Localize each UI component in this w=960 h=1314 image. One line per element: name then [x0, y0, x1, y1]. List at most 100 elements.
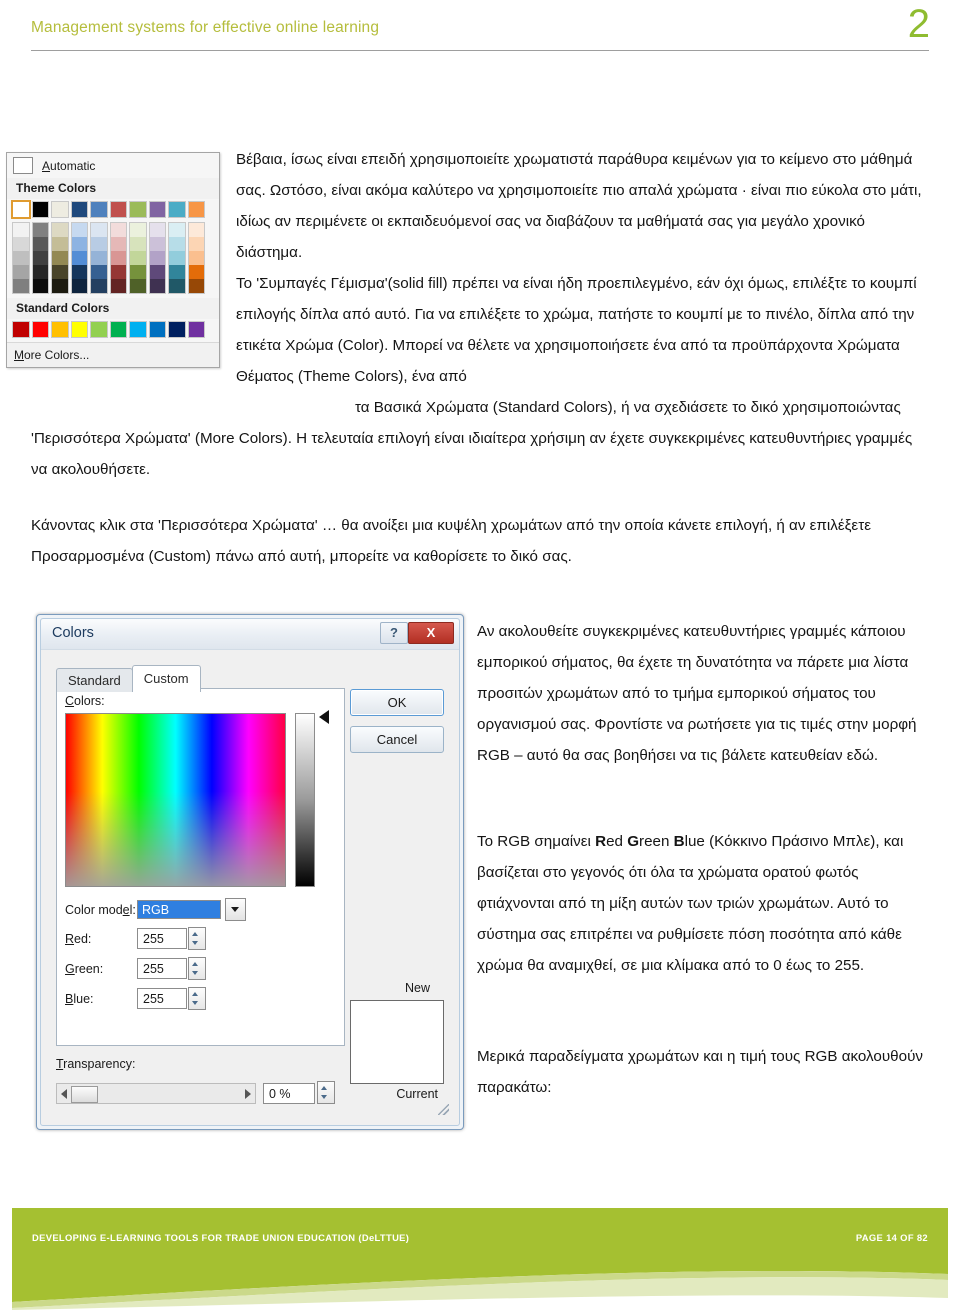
colors-dialog-tabs[interactable]: Standard Custom — [56, 665, 201, 692]
theme-shade-swatch[interactable] — [169, 265, 185, 279]
theme-shades-row[interactable] — [12, 222, 214, 294]
theme-shade-column[interactable] — [51, 222, 69, 294]
tab-standard[interactable]: Standard — [56, 668, 133, 692]
theme-shade-swatch[interactable] — [71, 251, 87, 265]
theme-shade-swatch[interactable] — [188, 251, 204, 265]
theme-shade-swatch[interactable] — [188, 237, 204, 251]
theme-shade-swatch[interactable] — [130, 279, 146, 293]
standard-color-swatch[interactable] — [148, 321, 166, 338]
help-icon[interactable]: ? — [380, 622, 408, 644]
theme-shade-swatch[interactable] — [169, 223, 185, 237]
theme-shade-swatch[interactable] — [71, 265, 87, 279]
theme-shade-swatch[interactable] — [130, 251, 146, 265]
standard-colors-row[interactable] — [12, 321, 214, 338]
theme-shade-swatch[interactable] — [71, 279, 87, 293]
theme-shade-column[interactable] — [168, 222, 186, 294]
chevron-down-icon[interactable] — [225, 898, 246, 921]
theme-shade-swatch[interactable] — [52, 265, 68, 279]
red-stepper[interactable] — [188, 927, 206, 950]
green-stepper[interactable] — [188, 957, 206, 980]
blue-row[interactable]: Blue: 255 — [65, 987, 206, 1010]
theme-color-swatch[interactable] — [168, 201, 186, 218]
theme-shade-swatch[interactable] — [13, 251, 29, 265]
green-input[interactable]: 255 — [137, 958, 187, 979]
standard-color-swatch[interactable] — [31, 321, 49, 338]
theme-base-row[interactable] — [11, 200, 214, 219]
theme-shade-swatch[interactable] — [52, 237, 68, 251]
blue-stepper[interactable] — [188, 987, 206, 1010]
theme-shade-swatch[interactable] — [169, 251, 185, 265]
theme-shade-swatch[interactable] — [130, 265, 146, 279]
color-spectrum-picker[interactable] — [65, 713, 286, 910]
slider-right-arrow-icon[interactable] — [245, 1089, 251, 1099]
theme-shade-swatch[interactable] — [149, 237, 165, 251]
theme-color-swatch[interactable] — [31, 201, 49, 218]
theme-shade-swatch[interactable] — [13, 265, 29, 279]
automatic-color-item[interactable]: Automatic — [7, 153, 219, 178]
luminance-slider[interactable] — [295, 713, 315, 887]
theme-color-swatch[interactable] — [70, 201, 88, 218]
standard-color-swatch[interactable] — [90, 321, 108, 338]
theme-shade-swatch[interactable] — [130, 237, 146, 251]
theme-shade-swatch[interactable] — [71, 223, 87, 237]
theme-shade-swatch[interactable] — [110, 251, 126, 265]
theme-shade-swatch[interactable] — [13, 279, 29, 293]
theme-shade-swatch[interactable] — [32, 237, 48, 251]
theme-shade-swatch[interactable] — [169, 279, 185, 293]
theme-shade-swatch[interactable] — [91, 279, 107, 293]
standard-colors-grid[interactable] — [7, 319, 219, 342]
slider-left-arrow-icon[interactable] — [61, 1089, 67, 1099]
theme-shade-swatch[interactable] — [52, 251, 68, 265]
theme-shade-swatch[interactable] — [110, 265, 126, 279]
theme-shade-swatch[interactable] — [188, 279, 204, 293]
theme-color-swatch[interactable] — [51, 201, 69, 218]
theme-shade-swatch[interactable] — [149, 279, 165, 293]
theme-shade-swatch[interactable] — [71, 237, 87, 251]
theme-shade-swatch[interactable] — [188, 223, 204, 237]
theme-colors-grid[interactable] — [7, 199, 219, 298]
theme-shade-swatch[interactable] — [52, 223, 68, 237]
theme-shade-swatch[interactable] — [169, 237, 185, 251]
transparency-input[interactable]: 0 % — [263, 1083, 315, 1104]
theme-shade-swatch[interactable] — [91, 237, 107, 251]
theme-shade-column[interactable] — [70, 222, 88, 294]
theme-shade-swatch[interactable] — [110, 237, 126, 251]
cancel-button[interactable]: Cancel — [350, 726, 444, 753]
theme-color-swatch[interactable] — [90, 201, 108, 218]
standard-color-swatch[interactable] — [109, 321, 127, 338]
color-picker-dropdown[interactable]: Automatic Theme Colors Standard Colors M… — [6, 152, 220, 368]
theme-shade-column[interactable] — [31, 222, 49, 294]
transparency-slider[interactable] — [56, 1083, 256, 1104]
theme-shade-swatch[interactable] — [32, 251, 48, 265]
transparency-stepper[interactable] — [317, 1081, 335, 1104]
theme-color-swatch[interactable] — [187, 201, 205, 218]
theme-shade-column[interactable] — [12, 222, 30, 294]
theme-shade-swatch[interactable] — [188, 265, 204, 279]
theme-color-swatch[interactable] — [109, 201, 127, 218]
ok-button[interactable]: OK — [350, 689, 444, 716]
color-model-select[interactable]: RGB — [137, 900, 221, 919]
standard-color-swatch[interactable] — [129, 321, 147, 338]
standard-color-swatch[interactable] — [12, 321, 30, 338]
color-model-row[interactable]: Color model: RGB — [65, 898, 246, 921]
red-row[interactable]: Red: 255 — [65, 927, 206, 950]
theme-shade-swatch[interactable] — [32, 223, 48, 237]
luminance-slider-handle-icon[interactable] — [319, 710, 329, 724]
theme-color-swatch[interactable] — [148, 201, 166, 218]
theme-shade-swatch[interactable] — [130, 223, 146, 237]
theme-shade-swatch[interactable] — [52, 279, 68, 293]
theme-shade-swatch[interactable] — [32, 279, 48, 293]
tab-custom[interactable]: Custom — [131, 665, 201, 692]
theme-shade-column[interactable] — [187, 222, 205, 294]
standard-color-swatch[interactable] — [51, 321, 69, 338]
theme-shade-swatch[interactable] — [91, 223, 107, 237]
theme-shade-swatch[interactable] — [149, 265, 165, 279]
close-icon[interactable]: X — [408, 622, 454, 644]
blue-input[interactable]: 255 — [137, 988, 187, 1009]
theme-shade-swatch[interactable] — [13, 237, 29, 251]
theme-shade-swatch[interactable] — [110, 223, 126, 237]
more-colors-item[interactable]: More Colors... — [7, 342, 219, 367]
colors-dialog-titlebar[interactable]: Colors ? X — [41, 619, 459, 650]
theme-shade-swatch[interactable] — [32, 265, 48, 279]
theme-color-swatch[interactable] — [11, 200, 31, 219]
